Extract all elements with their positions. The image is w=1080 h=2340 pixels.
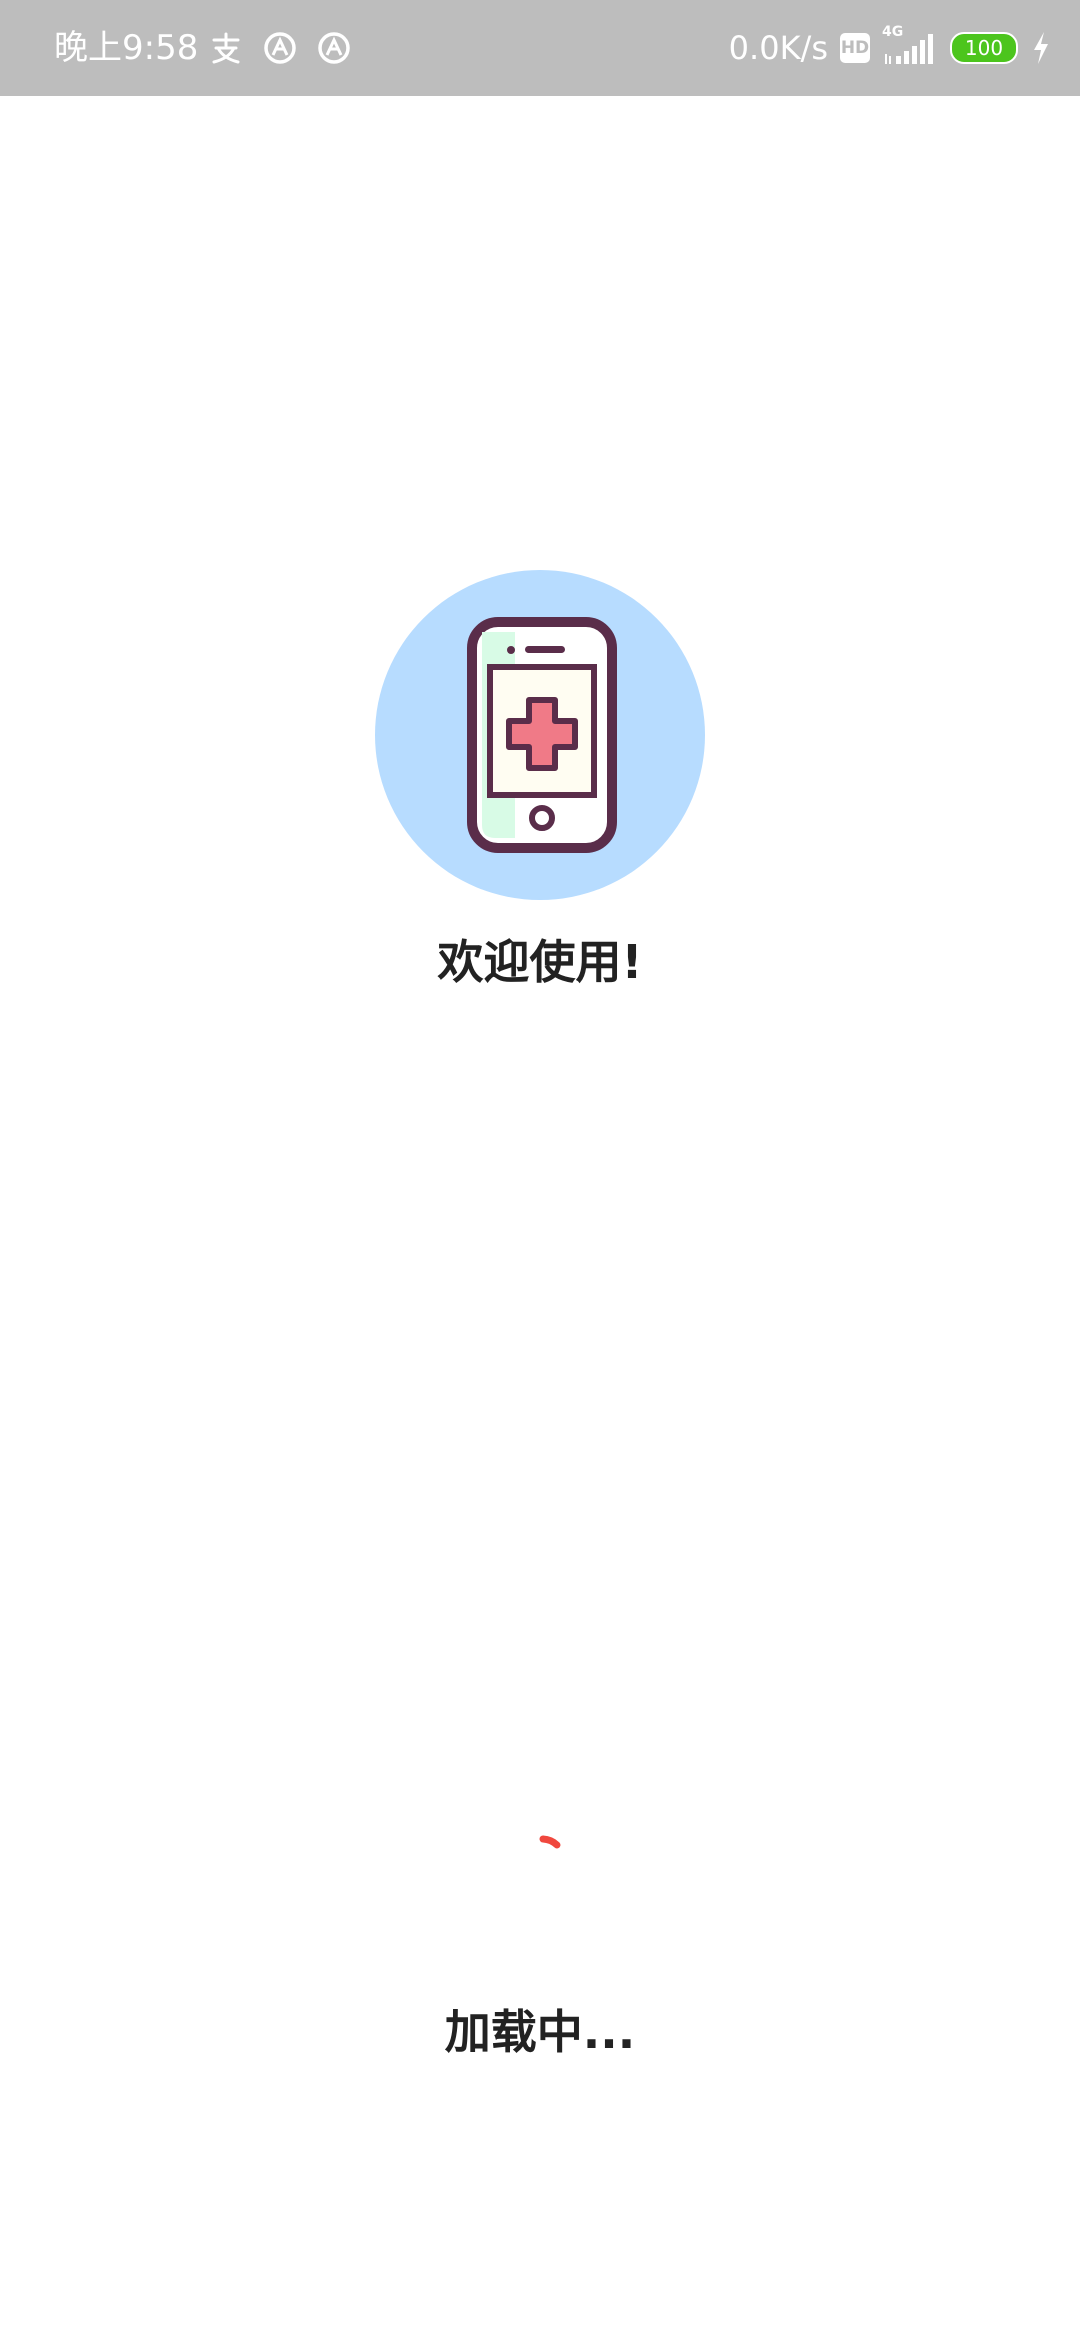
status-time: 晚上9:58 <box>54 28 199 68</box>
status-right: 0.0K/s HD 4G 100 <box>728 24 1052 70</box>
battery-icon: 100 <box>950 32 1018 64</box>
loading-text: 加载中... <box>444 2005 636 2059</box>
at-icon <box>318 32 350 64</box>
signal-icon: 4G <box>882 24 938 70</box>
medical-phone-icon <box>467 617 617 853</box>
status-left-icons <box>208 30 352 66</box>
alipay-icon <box>212 32 240 64</box>
hd-icon: HD <box>840 33 870 63</box>
at-icon <box>264 32 296 64</box>
net-speed: 0.0K/s <box>728 29 828 67</box>
welcome-text: 欢迎使用! <box>437 935 643 989</box>
status-bar: 晚上9:58 0.0K/s HD 4G 100 <box>0 0 1080 96</box>
loading-spinner <box>539 1835 561 1849</box>
charging-icon <box>1034 32 1048 64</box>
app-logo <box>375 570 705 900</box>
